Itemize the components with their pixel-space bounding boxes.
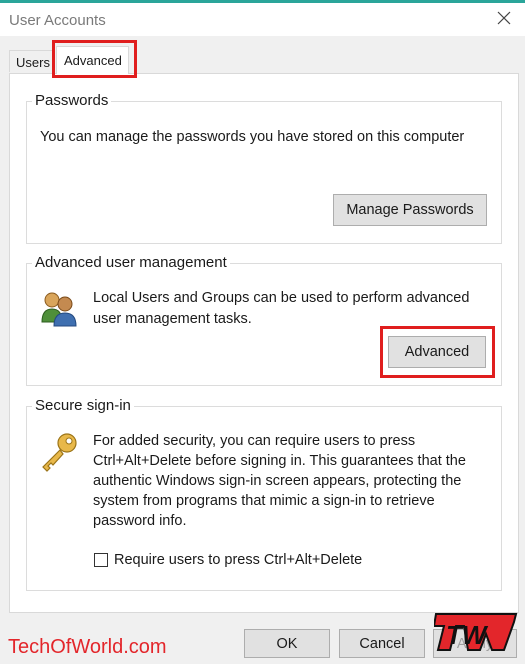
title-bar: User Accounts bbox=[0, 3, 525, 36]
passwords-description: You can manage the passwords you have st… bbox=[40, 129, 465, 145]
passwords-group: Passwords You can manage the passwords y… bbox=[26, 92, 502, 244]
users-group-icon bbox=[39, 288, 79, 328]
secure-sign-in-group-label: Secure sign-in bbox=[32, 397, 134, 414]
ctrl-alt-delete-checkbox-label[interactable]: Require users to press Ctrl+Alt+Delete bbox=[114, 550, 362, 570]
advanced-button-label: Advanced bbox=[404, 344, 470, 360]
advanced-description-line2: user management tasks. bbox=[93, 311, 252, 327]
ok-button-label: OK bbox=[276, 635, 298, 652]
tab-users-label: Users bbox=[16, 55, 50, 70]
advanced-user-management-group-label: Advanced user management bbox=[32, 254, 230, 271]
manage-passwords-button-label: Manage Passwords bbox=[346, 202, 474, 218]
passwords-group-label: Passwords bbox=[32, 92, 112, 109]
tab-advanced[interactable]: Advanced bbox=[56, 46, 129, 74]
advanced-user-management-group: Advanced user management Local Users and… bbox=[26, 254, 502, 386]
secure-description-line4: system from programs that mimic a sign-i… bbox=[93, 493, 435, 509]
secure-description-line3: authentic Windows sign-in screen appears… bbox=[93, 473, 462, 489]
secure-description-line5: password info. bbox=[93, 513, 187, 529]
close-icon[interactable] bbox=[495, 9, 513, 27]
ok-button[interactable]: OK bbox=[244, 629, 330, 658]
watermark-site-text: TechOfWorld.com bbox=[8, 636, 167, 658]
tw-logo: TW bbox=[432, 610, 518, 654]
secure-sign-in-group: Secure sign-in For added security, you c… bbox=[26, 397, 502, 591]
tw-logo-text: TW bbox=[446, 620, 489, 650]
window-title: User Accounts bbox=[9, 12, 106, 29]
tab-advanced-label: Advanced bbox=[64, 53, 122, 68]
ctrl-alt-delete-checkbox[interactable] bbox=[94, 553, 108, 567]
tab-panel-advanced: Passwords You can manage the passwords y… bbox=[9, 73, 519, 613]
manage-passwords-button[interactable]: Manage Passwords bbox=[333, 194, 487, 226]
secure-description-line1: For added security, you can require user… bbox=[93, 433, 416, 449]
cancel-button[interactable]: Cancel bbox=[339, 629, 425, 658]
advanced-description-line1: Local Users and Groups can be used to pe… bbox=[93, 290, 470, 306]
key-icon bbox=[38, 431, 80, 473]
cancel-button-label: Cancel bbox=[359, 635, 405, 652]
secure-description-line2: Ctrl+Alt+Delete before signing in. This … bbox=[93, 453, 466, 469]
advanced-button[interactable]: Advanced bbox=[388, 336, 486, 368]
tab-users[interactable]: Users bbox=[9, 50, 54, 72]
